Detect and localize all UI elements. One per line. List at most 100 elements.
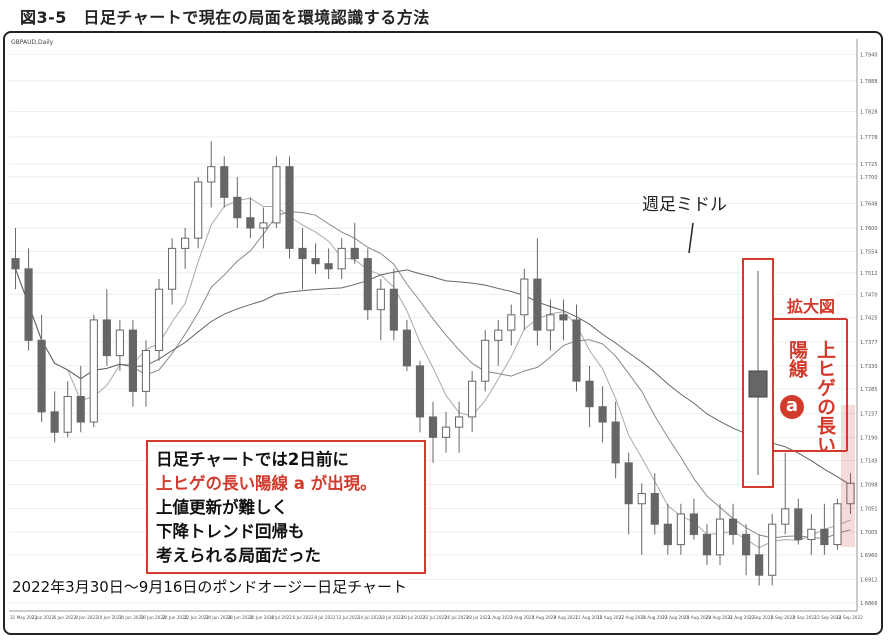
y-tick-label: 1.7700 <box>860 175 878 181</box>
y-tick-label: 1.7648 <box>860 201 878 207</box>
candle-body <box>455 416 464 428</box>
candle-body <box>585 380 594 408</box>
y-tick-label: 1.7237 <box>860 411 878 417</box>
candle-body <box>833 503 842 546</box>
x-tick-label: 22 Jul 2022 <box>423 615 447 620</box>
x-tick-label: 8 Jun 2022 <box>75 615 98 620</box>
candle-body <box>324 263 333 270</box>
y-tick-label: 1.7145 <box>860 458 878 464</box>
x-tick-label: 2 Sep 2022 <box>749 615 773 620</box>
candle-body <box>768 523 777 576</box>
x-tick-label: 6 Jun 2022 <box>53 615 76 620</box>
candle-body <box>755 554 764 576</box>
y-tick-label: 1.7425 <box>860 315 878 321</box>
y-tick-label: 1.7888 <box>860 79 878 85</box>
candle-body <box>63 396 72 433</box>
y-tick-label: 1.6960 <box>860 553 878 559</box>
candle-body <box>533 278 542 331</box>
candle-body <box>350 247 359 260</box>
candle-body <box>624 462 633 505</box>
y-tick-label: 1.7600 <box>860 226 878 232</box>
candle-body <box>233 196 242 219</box>
candle-body <box>807 528 816 540</box>
y-tick-label: 1.7940 <box>860 52 878 58</box>
candlestick-chart: 1.7940 1.7888 1.7828 1.7778 1.7725 1.7700 1.76… <box>9 39 878 620</box>
y-tick-label: 1.7828 <box>860 110 878 116</box>
candle-body <box>115 329 124 357</box>
x-tick-label: 8 Sep 2022 <box>793 615 817 620</box>
note-line-2: 上ヒゲの長い陽線 a が出現。 <box>156 474 377 493</box>
bullish-candle-label: 陽線 <box>786 340 808 378</box>
candle-body <box>298 247 307 260</box>
candle-body <box>141 350 151 392</box>
candle-body <box>481 339 490 382</box>
sma-5-line <box>15 197 851 549</box>
candle-body <box>794 508 803 541</box>
candle-body <box>559 314 568 321</box>
y-tick-label: 1.7554 <box>860 249 878 255</box>
candle-body <box>11 258 20 270</box>
y-tick-label: 1.7330 <box>860 364 878 370</box>
candle-body <box>220 166 229 198</box>
candle-body <box>663 523 672 546</box>
candle-body <box>546 314 555 331</box>
zoom-label: 拡大図 <box>785 293 838 317</box>
candle-body <box>598 406 607 423</box>
x-tick-label: 20 Jul 2022 <box>401 615 425 620</box>
candle-body <box>468 380 477 418</box>
candle-body <box>272 166 281 224</box>
candle-body <box>363 258 372 311</box>
candle-body <box>194 181 203 239</box>
note-line-4: 下降トレンド回帰も <box>156 522 305 541</box>
candle-body <box>154 288 164 352</box>
candle-body <box>337 247 346 270</box>
symbol-label: GBPAUD,Daily <box>11 39 54 46</box>
y-tick-label: 1.7725 <box>860 162 878 168</box>
candle-body <box>820 528 829 546</box>
badge-a: a <box>780 395 804 419</box>
x-tick-label: 8 Jul 2022 <box>314 615 335 620</box>
y-tick-label: 1.7470 <box>860 292 878 298</box>
y-tick-label: 1.6912 <box>860 577 878 583</box>
x-tick-label: 18 Jul 2022 <box>380 615 404 620</box>
candle-body <box>376 288 385 311</box>
x-tick-label: 28 Jul 2022 <box>467 615 491 620</box>
candle-body <box>637 493 646 505</box>
chart-frame: 1.7940 1.7888 1.7828 1.7778 1.7725 1.7700 1.76… <box>3 31 883 635</box>
y-tick-label: 1.7051 <box>860 506 878 512</box>
candle-body <box>507 314 516 331</box>
candle-body <box>441 426 451 438</box>
y-tick-label: 1.7005 <box>860 530 878 536</box>
candle-body <box>676 513 685 546</box>
x-tick-label: 12 Jul 2022 <box>336 615 360 620</box>
candle-body <box>702 533 712 556</box>
candle-body <box>37 339 46 413</box>
candle-body <box>689 513 699 535</box>
y-tick-label: 1.7512 <box>860 271 878 277</box>
x-tick-label: 4 Jul 2022 <box>271 615 292 620</box>
y-tick-label: 1.7778 <box>860 135 878 141</box>
note-box: 日足チャートでは2日前に 上ヒゲの長い陽線 a が出現。 上値更新が難しく 下降… <box>146 440 426 574</box>
candle-body <box>207 166 216 183</box>
candle-body <box>102 319 111 357</box>
candle-body <box>246 217 255 229</box>
x-tick-label: 6 Jul 2022 <box>293 615 314 620</box>
sma-10-line <box>15 211 851 539</box>
highlight-band <box>841 405 855 547</box>
figure-title: 図3-5 日足チャートで現在の局面を環境認識する方法 <box>20 8 430 27</box>
y-tick-label: 1.7285 <box>860 387 878 393</box>
candle-body <box>128 329 138 392</box>
candle-body <box>259 222 268 229</box>
x-tick-label: 26 Jul 2022 <box>445 615 469 620</box>
candle-body <box>728 518 738 535</box>
note-line-1: 日足チャートでは2日前に <box>156 450 349 469</box>
candle-body <box>715 518 725 556</box>
candle-body <box>428 416 438 438</box>
candle-body <box>389 288 398 331</box>
zoom-candle-body <box>748 370 768 398</box>
candle-body <box>76 396 85 423</box>
note-line-5: 考えられる局面だった <box>156 546 321 565</box>
candle-body <box>742 533 751 556</box>
moving-averages <box>15 197 851 549</box>
x-tick-label: 6 Sep 2022 <box>771 615 795 620</box>
